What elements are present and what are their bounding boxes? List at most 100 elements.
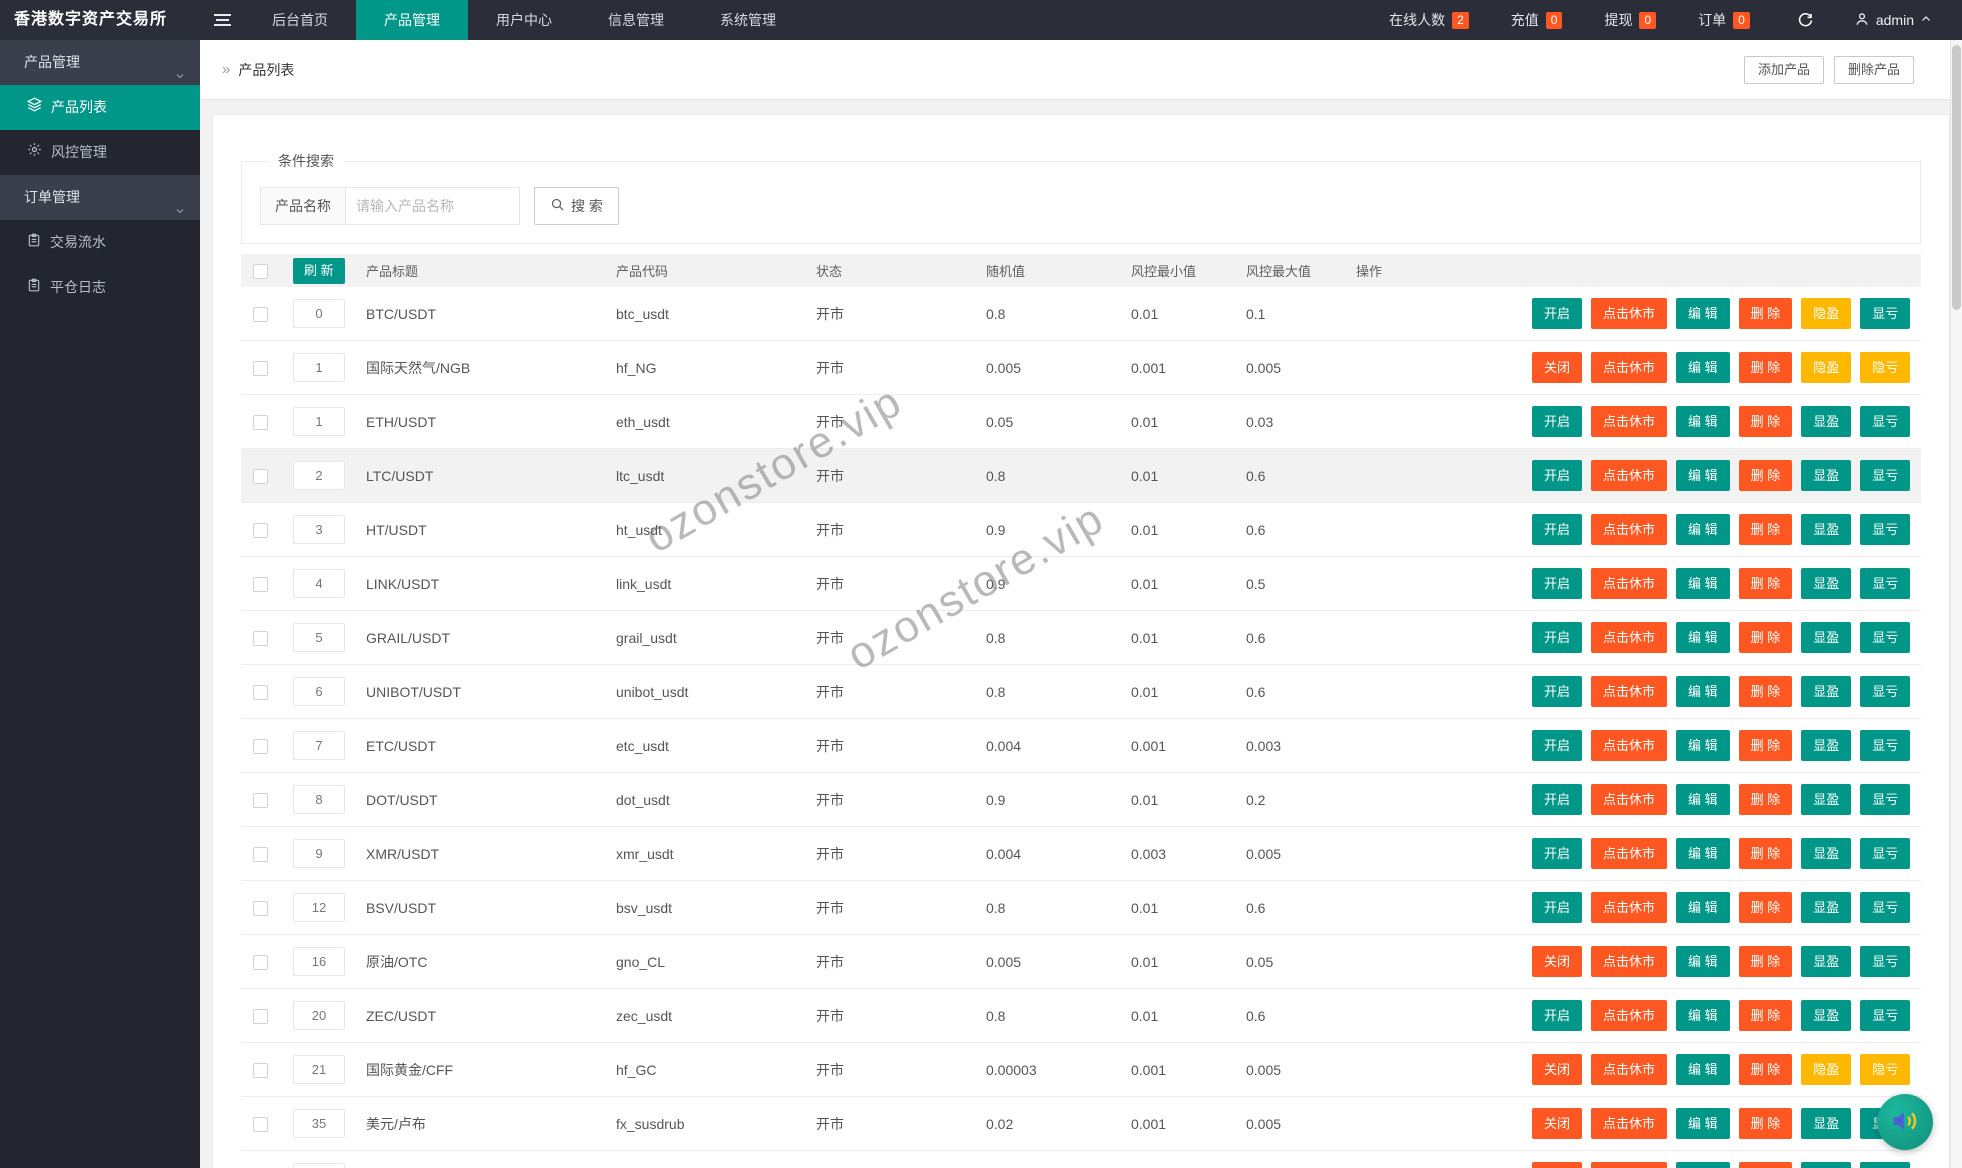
loss-toggle-button[interactable]: 隐亏	[1860, 352, 1911, 383]
edit-button[interactable]: 编 辑	[1676, 1054, 1730, 1085]
profit-toggle-button[interactable]: 显盈	[1801, 568, 1852, 599]
product-name-input[interactable]	[345, 187, 520, 225]
edit-button[interactable]: 编 辑	[1676, 946, 1730, 977]
delete-button[interactable]: 删 除	[1738, 298, 1793, 329]
sidebar-item[interactable]: 风控管理	[0, 130, 200, 175]
profit-toggle-button[interactable]: 显盈	[1801, 1108, 1852, 1139]
close-market-button[interactable]: 点击休市	[1591, 1162, 1668, 1168]
market-toggle-button[interactable]: 开启	[1532, 730, 1583, 761]
edit-button[interactable]: 编 辑	[1676, 676, 1730, 707]
row-checkbox[interactable]	[253, 846, 268, 862]
delete-button[interactable]: 删 除	[1738, 514, 1793, 545]
profit-toggle-button[interactable]: 显盈	[1801, 730, 1852, 761]
delete-button[interactable]: 删 除	[1738, 1108, 1793, 1139]
row-checkbox[interactable]	[253, 360, 268, 376]
nav-item[interactable]: 系统管理	[692, 0, 804, 40]
sidebar-item[interactable]: 产品列表	[0, 85, 200, 130]
search-button[interactable]: 搜 索	[534, 187, 619, 225]
sort-input[interactable]	[293, 569, 345, 598]
row-checkbox[interactable]	[253, 414, 268, 430]
loss-toggle-button[interactable]: 显亏	[1860, 298, 1911, 329]
nav-item[interactable]: 后台首页	[244, 0, 356, 40]
close-market-button[interactable]: 点击休市	[1591, 838, 1668, 869]
refresh-icon[interactable]	[1771, 12, 1840, 29]
sort-input[interactable]	[293, 785, 345, 814]
delete-button[interactable]: 删 除	[1738, 406, 1793, 437]
market-toggle-button[interactable]: 开启	[1532, 568, 1583, 599]
close-market-button[interactable]: 点击休市	[1591, 1108, 1668, 1139]
delete-button[interactable]: 删 除	[1738, 784, 1793, 815]
edit-button[interactable]: 编 辑	[1676, 1108, 1730, 1139]
delete-button[interactable]: 删 除	[1738, 352, 1793, 383]
close-market-button[interactable]: 点击休市	[1591, 514, 1668, 545]
loss-toggle-button[interactable]: 显亏	[1860, 892, 1911, 923]
loss-toggle-button[interactable]: 显亏	[1860, 1162, 1911, 1168]
market-toggle-button[interactable]: 开启	[1532, 676, 1583, 707]
delete-button[interactable]: 删 除	[1738, 568, 1793, 599]
delete-button[interactable]: 删 除	[1738, 892, 1793, 923]
row-checkbox[interactable]	[253, 684, 268, 700]
edit-button[interactable]: 编 辑	[1676, 352, 1730, 383]
market-toggle-button[interactable]: 开启	[1532, 892, 1583, 923]
edit-button[interactable]: 编 辑	[1676, 1000, 1730, 1031]
market-toggle-button[interactable]: 开启	[1532, 838, 1583, 869]
sidebar-item[interactable]: 平仓日志	[0, 265, 200, 310]
sort-input[interactable]	[293, 839, 345, 868]
delete-button[interactable]: 删 除	[1738, 1162, 1793, 1168]
delete-button[interactable]: 删 除	[1738, 730, 1793, 761]
edit-button[interactable]: 编 辑	[1676, 892, 1730, 923]
profit-toggle-button[interactable]: 隐盈	[1801, 298, 1852, 329]
select-all-checkbox[interactable]	[253, 263, 268, 279]
market-toggle-button[interactable]: 关闭	[1532, 946, 1583, 977]
row-checkbox[interactable]	[253, 468, 268, 484]
edit-button[interactable]: 编 辑	[1676, 730, 1730, 761]
profit-toggle-button[interactable]: 显盈	[1801, 622, 1852, 653]
edit-button[interactable]: 编 辑	[1676, 514, 1730, 545]
close-market-button[interactable]: 点击休市	[1591, 1054, 1668, 1085]
row-checkbox[interactable]	[253, 576, 268, 592]
scrollbar-thumb[interactable]	[1952, 45, 1961, 310]
floating-sound-button[interactable]	[1877, 1094, 1933, 1150]
row-checkbox[interactable]	[253, 630, 268, 646]
row-checkbox[interactable]	[253, 954, 268, 970]
close-market-button[interactable]: 点击休市	[1591, 406, 1668, 437]
edit-button[interactable]: 编 辑	[1676, 622, 1730, 653]
nav-item[interactable]: 信息管理	[580, 0, 692, 40]
sort-input[interactable]	[293, 893, 345, 922]
row-checkbox[interactable]	[253, 1008, 268, 1024]
loss-toggle-button[interactable]: 显亏	[1860, 784, 1911, 815]
sort-input[interactable]	[293, 1109, 345, 1138]
sort-input[interactable]	[293, 1163, 345, 1168]
sort-input[interactable]	[293, 1001, 345, 1030]
delete-button[interactable]: 删 除	[1738, 946, 1793, 977]
profit-toggle-button[interactable]: 显盈	[1801, 676, 1852, 707]
user-menu[interactable]: admin	[1840, 11, 1946, 30]
market-toggle-button[interactable]: 关闭	[1532, 352, 1583, 383]
row-checkbox[interactable]	[253, 900, 268, 916]
hamburger-icon[interactable]	[200, 0, 244, 40]
profit-toggle-button[interactable]: 显盈	[1801, 406, 1852, 437]
market-toggle-button[interactable]: 开启	[1532, 622, 1583, 653]
sort-input[interactable]	[293, 407, 345, 436]
close-market-button[interactable]: 点击休市	[1591, 730, 1668, 761]
row-checkbox[interactable]	[253, 792, 268, 808]
sort-input[interactable]	[293, 677, 345, 706]
nav-stat[interactable]: 订单 0	[1677, 10, 1771, 30]
loss-toggle-button[interactable]: 显亏	[1860, 514, 1911, 545]
loss-toggle-button[interactable]: 显亏	[1860, 946, 1911, 977]
sidebar-group-orders[interactable]: 订单管理	[0, 175, 200, 220]
close-market-button[interactable]: 点击休市	[1591, 568, 1668, 599]
delete-product-button[interactable]: 删除产品	[1833, 55, 1914, 84]
market-toggle-button[interactable]: 关闭	[1532, 1162, 1583, 1168]
profit-toggle-button[interactable]: 显盈	[1801, 838, 1852, 869]
nav-stat[interactable]: 在线人数 2	[1368, 10, 1490, 30]
delete-button[interactable]: 删 除	[1738, 1000, 1793, 1031]
vertical-scrollbar[interactable]	[1950, 40, 1962, 1168]
loss-toggle-button[interactable]: 显亏	[1860, 460, 1911, 491]
edit-button[interactable]: 编 辑	[1676, 460, 1730, 491]
market-toggle-button[interactable]: 开启	[1532, 514, 1583, 545]
nav-stat[interactable]: 提现 0	[1583, 10, 1677, 30]
row-checkbox[interactable]	[253, 306, 268, 322]
profit-toggle-button[interactable]: 显盈	[1801, 892, 1852, 923]
delete-button[interactable]: 删 除	[1738, 838, 1793, 869]
